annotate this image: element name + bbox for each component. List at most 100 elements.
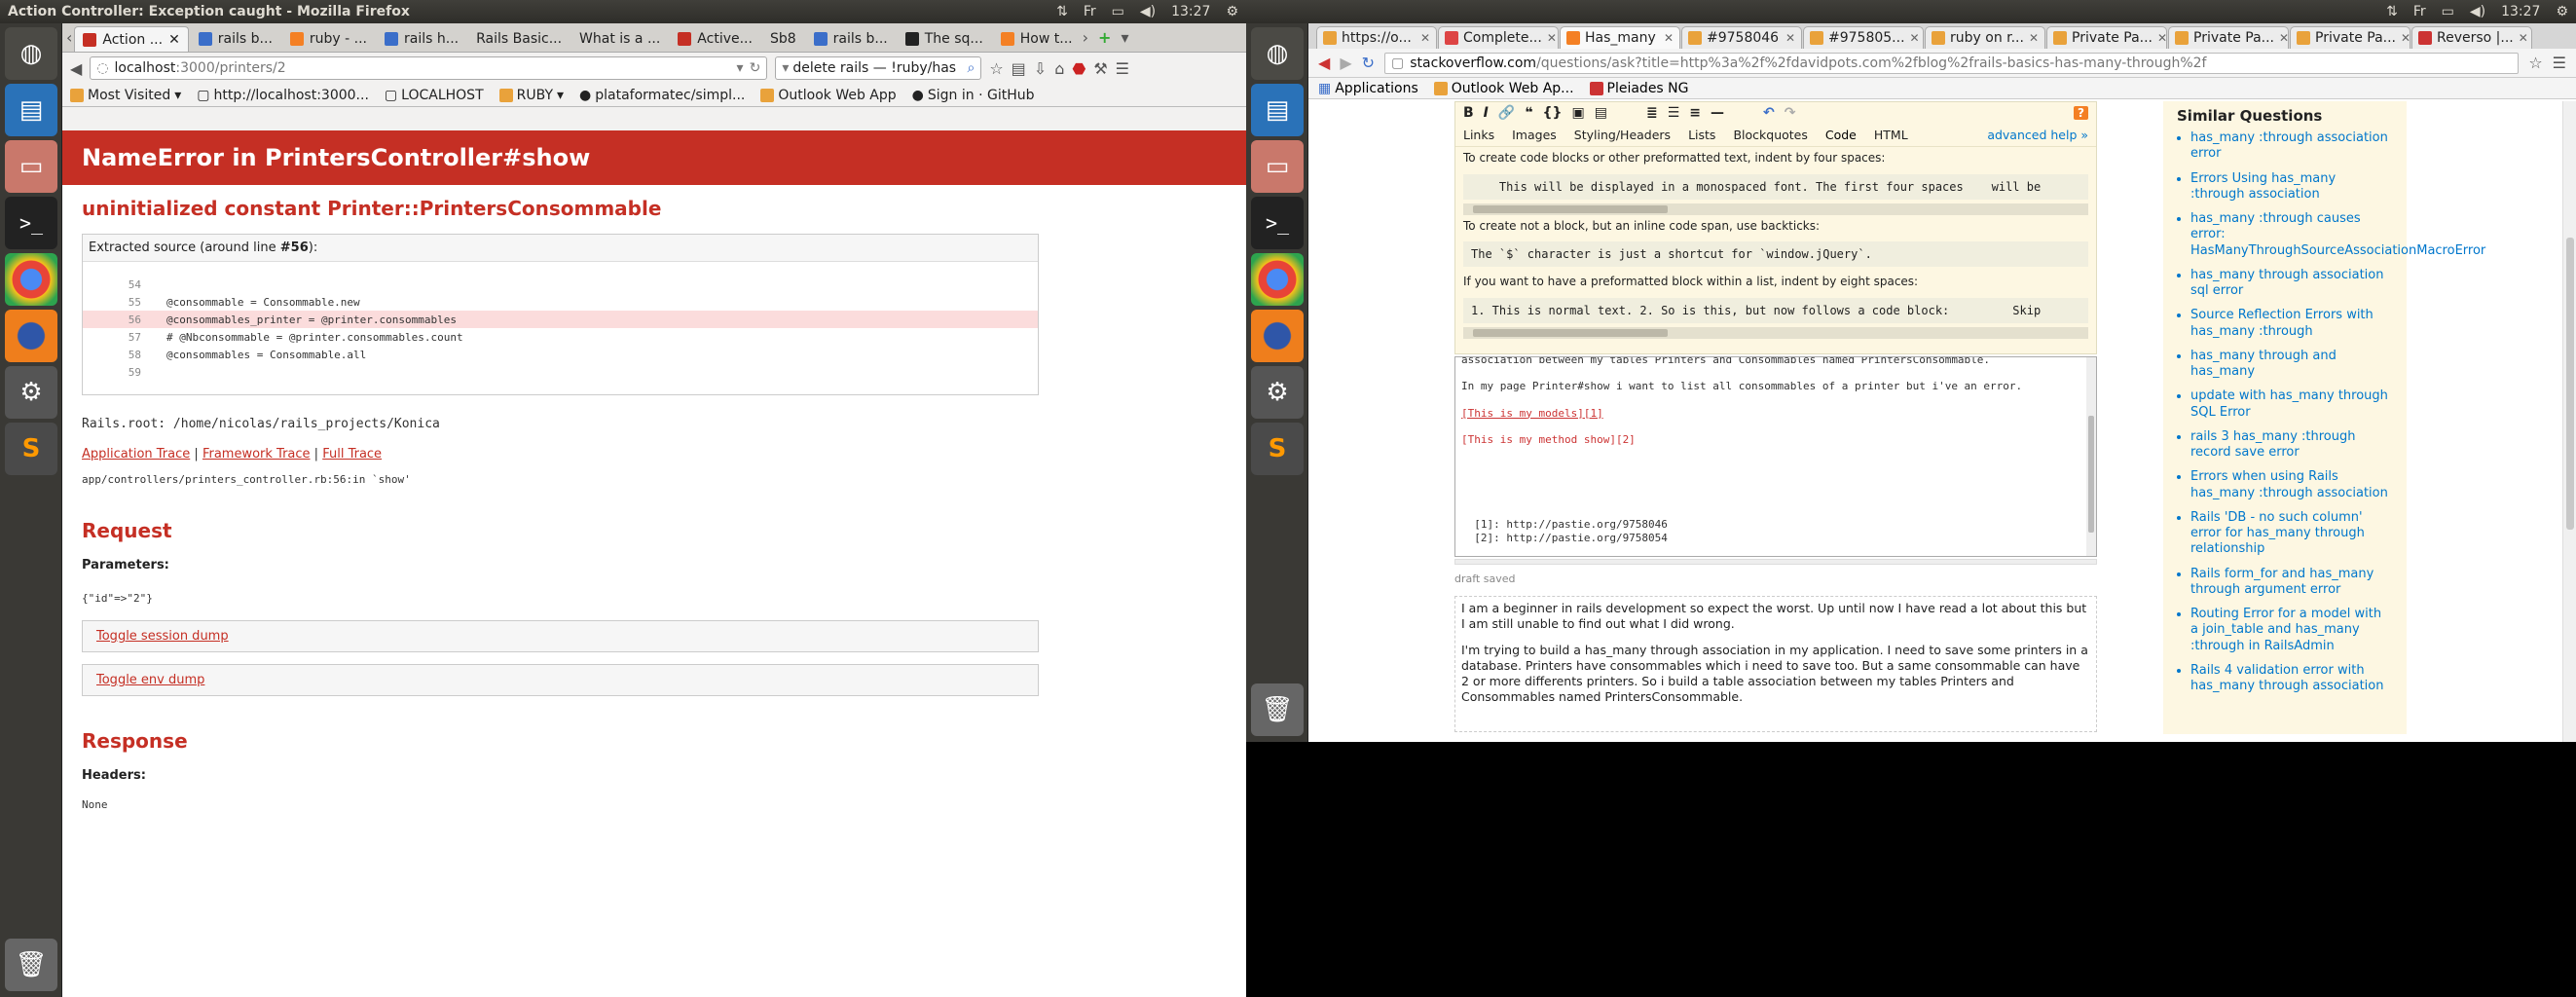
help-tab-lists[interactable]: Lists [1688, 128, 1715, 142]
help-tab-html[interactable]: HTML [1874, 128, 1908, 142]
back-icon[interactable]: ◀ [1318, 54, 1330, 72]
bookmark-plataformatec[interactable]: ● plataformatec/simpl... [579, 88, 745, 103]
bookmark-star-icon[interactable]: ☆ [2528, 54, 2542, 72]
system-settings-icon[interactable]: ⚙ [5, 366, 57, 419]
tab-8[interactable]: Sb8 [762, 26, 804, 52]
bookmark-most-visited[interactable]: Most Visited ▾ [70, 88, 181, 103]
network-icon[interactable]: ⇅ [1056, 4, 1068, 19]
hr-button[interactable]: — [1711, 105, 1724, 121]
close-tab-icon[interactable]: ✕ [168, 32, 180, 48]
firefox-icon[interactable] [5, 310, 57, 362]
chrome-tab-10[interactable]: Reverso |... ✕ [2411, 26, 2532, 49]
close-tab-icon[interactable]: ✕ [2401, 31, 2410, 45]
trash-icon[interactable]: 🗑 [1251, 683, 1304, 736]
tab-6[interactable]: What is a ... [571, 26, 668, 52]
toggle-env-dump-link[interactable]: Toggle env dump [96, 673, 204, 687]
sublime-text-icon[interactable]: S [1251, 423, 1304, 475]
numbered-list-button[interactable]: ≣ [1646, 105, 1658, 121]
tab-5[interactable]: Rails Basic... [468, 26, 570, 52]
tab-1[interactable]: Action ... ✕ [74, 26, 189, 52]
advanced-help-link[interactable]: advanced help » [1987, 128, 2088, 142]
volume-icon[interactable]: ◀) [2470, 4, 2485, 19]
question-body-editor[interactable]: association between my tables Printers a… [1454, 356, 2097, 557]
dash-home-icon[interactable]: ◍ [5, 27, 57, 80]
image-button[interactable]: ▣ [1571, 105, 1584, 121]
files-icon[interactable]: ▭ [5, 140, 57, 193]
bookmark-localhost-url[interactable]: ▢ http://localhost:3000... [197, 88, 369, 103]
page-scrollbar[interactable] [2562, 101, 2576, 742]
chrome-menu-icon[interactable]: ☰ [2553, 54, 2566, 72]
similar-question-link[interactable]: Errors Using has_many :through associati… [2190, 171, 2393, 203]
tab-scroll-left-icon[interactable]: ‹ [66, 28, 72, 47]
tab-list-icon[interactable]: ▾ [1121, 28, 1128, 47]
help-tab-code[interactable]: Code [1825, 128, 1857, 142]
reload-icon[interactable]: ↻ [750, 60, 761, 76]
new-tab-icon[interactable]: + [1098, 28, 1111, 47]
clock[interactable]: 13:27 [1171, 4, 1210, 19]
reading-list-icon[interactable]: ▤ [1012, 59, 1026, 78]
tab-scroll-right-icon[interactable]: › [1083, 28, 1088, 47]
chrome-tab-7[interactable]: Private Pa... ✕ [2046, 26, 2167, 49]
chrome-tab-5[interactable]: #975805... ✕ [1803, 26, 1924, 49]
bookmark-star-icon[interactable]: ☆ [989, 59, 1003, 78]
firefox-icon[interactable] [1251, 310, 1304, 362]
toggle-session-dump-link[interactable]: Toggle session dump [96, 629, 229, 644]
omnibox[interactable]: ▢ stackoverflow.com/questions/ask?title=… [1384, 52, 2520, 74]
bookmark-github[interactable]: ● Sign in · GitHub [912, 88, 1035, 103]
close-tab-icon[interactable]: ✕ [1785, 31, 1795, 45]
code-button[interactable]: {} [1543, 105, 1563, 121]
network-icon[interactable]: ⇅ [2386, 4, 2398, 19]
chrome-tab-1[interactable]: https://o... ✕ [1316, 26, 1437, 49]
settings-gear-icon[interactable]: ⚙ [1226, 4, 1238, 19]
undo-button[interactable]: ↶ [1763, 105, 1775, 121]
settings-gear-icon[interactable]: ⚙ [2556, 4, 2568, 19]
similar-question-link[interactable]: Source Reflection Errors with has_many :… [2190, 308, 2393, 340]
help-tab-images[interactable]: Images [1512, 128, 1557, 142]
tab-9[interactable]: rails b... [806, 26, 896, 52]
horizontal-scrollbar[interactable] [1463, 203, 2088, 215]
editor-scrollbar[interactable] [2086, 357, 2096, 556]
bookmark-outlook[interactable]: Outlook Web Ap... [1433, 81, 1574, 96]
tab-11[interactable]: How t... [993, 26, 1081, 52]
bookmark-outlook[interactable]: Outlook Web App [760, 88, 897, 103]
similar-question-link[interactable]: has_many :through causes error: HasManyT… [2190, 211, 2485, 259]
chrome-tab-4[interactable]: #9758046 ✕ [1681, 26, 1802, 49]
menu-icon[interactable]: ☰ [1116, 59, 1129, 78]
battery-icon[interactable]: ▭ [2442, 4, 2454, 19]
trash-icon[interactable]: 🗑 [5, 939, 57, 991]
chrome-tab-9[interactable]: Private Pa... ✕ [2290, 26, 2410, 49]
adblock-icon[interactable]: ⬣ [1072, 59, 1086, 78]
full-trace-link[interactable]: Full Trace [322, 447, 382, 462]
close-tab-icon[interactable]: ✕ [2029, 31, 2039, 45]
dash-home-icon[interactable]: ◍ [1251, 27, 1304, 80]
chrome-tab-8[interactable]: Private Pa... ✕ [2168, 26, 2289, 49]
close-tab-icon[interactable]: ✕ [1420, 31, 1430, 45]
close-tab-icon[interactable]: ✕ [1664, 31, 1674, 45]
close-tab-icon[interactable]: ✕ [2157, 31, 2166, 45]
close-tab-icon[interactable]: ✕ [1547, 31, 1557, 45]
similar-question-link[interactable]: Rails 'DB - no such column' error for ha… [2190, 510, 2393, 558]
application-trace-link[interactable]: Application Trace [82, 447, 190, 462]
close-tab-icon[interactable]: ✕ [1910, 31, 1920, 45]
clock-right[interactable]: 13:27 [2501, 4, 2540, 19]
writer-document-icon[interactable]: ▤ [5, 84, 57, 136]
similar-question-link[interactable]: update with has_many through SQL Error [2190, 388, 2393, 421]
tab-3[interactable]: ruby - ... [282, 26, 375, 52]
horizontal-scrollbar[interactable] [1463, 326, 2088, 339]
redo-button[interactable]: ↷ [1785, 105, 1796, 121]
help-tab-links[interactable]: Links [1463, 128, 1494, 142]
similar-question-link[interactable]: rails 3 has_many :through record save er… [2190, 429, 2393, 462]
volume-icon[interactable]: ◀) [1140, 4, 1156, 19]
search-bar[interactable]: ▾ delete rails — !ruby/has ⌕ [775, 56, 982, 80]
quote-button[interactable]: ❝ [1525, 105, 1532, 121]
similar-question-link[interactable]: has_many through association sql error [2190, 268, 2393, 300]
editor-resize-grip[interactable] [1454, 559, 2097, 565]
forward-icon[interactable]: ▶ [1340, 54, 1351, 72]
chrome-icon[interactable] [1251, 253, 1304, 306]
reload-icon[interactable]: ↻ [1362, 54, 1375, 72]
system-settings-icon[interactable]: ⚙ [1251, 366, 1304, 419]
link-button[interactable]: 🔗 [1498, 105, 1515, 121]
tab-10[interactable]: The sq... [898, 26, 991, 52]
snippet-button[interactable]: ▤ [1595, 105, 1607, 121]
chrome-tab-3[interactable]: Has_many ✕ [1560, 26, 1680, 49]
